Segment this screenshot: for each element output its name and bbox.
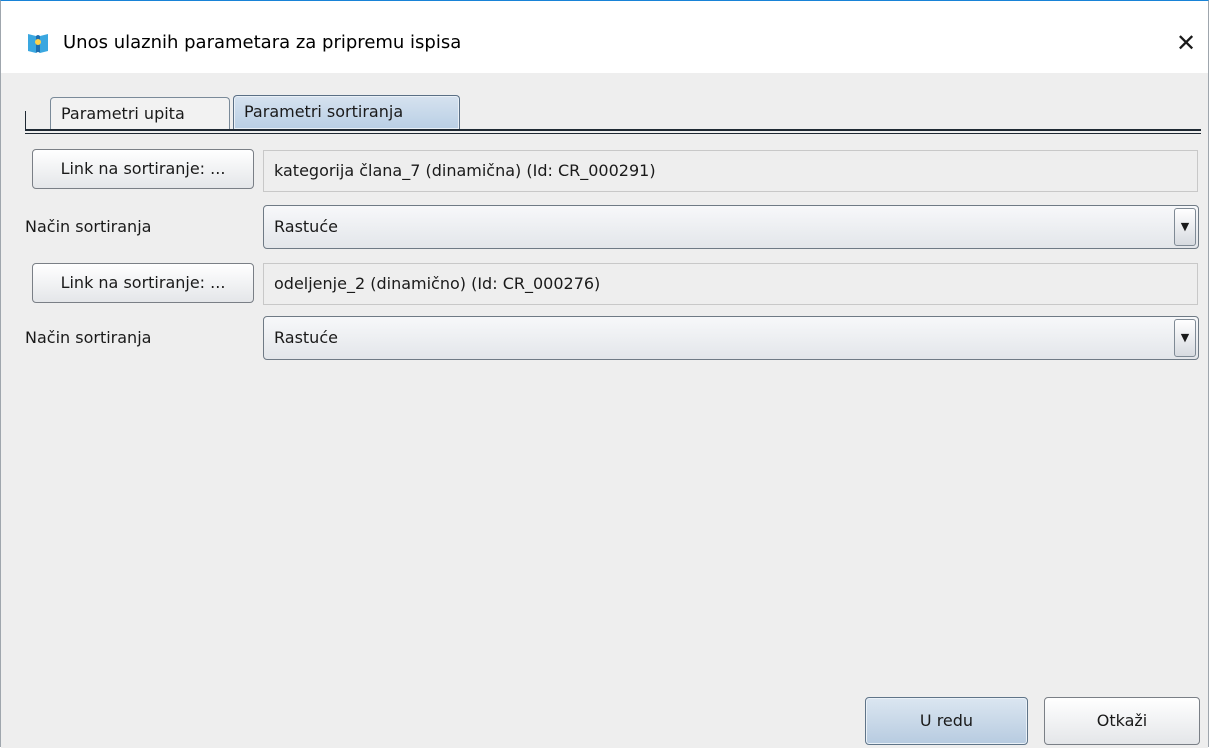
close-icon: ✕: [1175, 29, 1197, 57]
tab-sort-parameters[interactable]: Parametri sortiranja: [233, 95, 460, 129]
sort-link-button-1[interactable]: Link na sortiranje: ...: [32, 149, 254, 189]
sort-link-field-2[interactable]: odeljenje_2 (dinamično) (Id: CR_000276): [263, 263, 1198, 305]
ok-button[interactable]: U redu: [865, 697, 1028, 745]
sort-mode-label-1: Način sortiranja: [25, 217, 152, 236]
chevron-down-icon[interactable]: ▼: [1174, 319, 1196, 357]
dialog-content: Parametri upita Parametri sortiranja Lin…: [1, 73, 1208, 748]
close-button[interactable]: ✕: [1166, 23, 1206, 63]
tab-query-parameters[interactable]: Parametri upita: [50, 97, 230, 129]
sort-mode-label-2: Način sortiranja: [25, 328, 152, 347]
sort-mode-value-1: Rastuće: [274, 217, 338, 236]
tab-underline: [25, 129, 1201, 131]
sort-mode-value-2: Rastuće: [274, 328, 338, 347]
window-title: Unos ulaznih parametara za pripremu ispi…: [63, 32, 462, 53]
tab-underline-inner: [25, 133, 1201, 134]
tab-label: Parametri sortiranja: [244, 102, 404, 121]
cancel-button[interactable]: Otkaži: [1044, 697, 1200, 745]
dialog-window: Unos ulaznih parametara za pripremu ispi…: [0, 0, 1209, 748]
sort-mode-dropdown-1[interactable]: Rastuće ▼: [263, 205, 1199, 249]
sort-link-button-2[interactable]: Link na sortiranje: ...: [32, 263, 254, 303]
tab-divider: [25, 111, 26, 131]
app-icon: [25, 31, 51, 57]
sort-link-field-1[interactable]: kategorija člana_7 (dinamična) (Id: CR_0…: [263, 150, 1198, 192]
title-bar: Unos ulaznih parametara za pripremu ispi…: [1, 1, 1208, 73]
chevron-down-icon[interactable]: ▼: [1174, 208, 1196, 246]
tab-label: Parametri upita: [61, 104, 185, 123]
sort-mode-dropdown-2[interactable]: Rastuće ▼: [263, 316, 1199, 360]
